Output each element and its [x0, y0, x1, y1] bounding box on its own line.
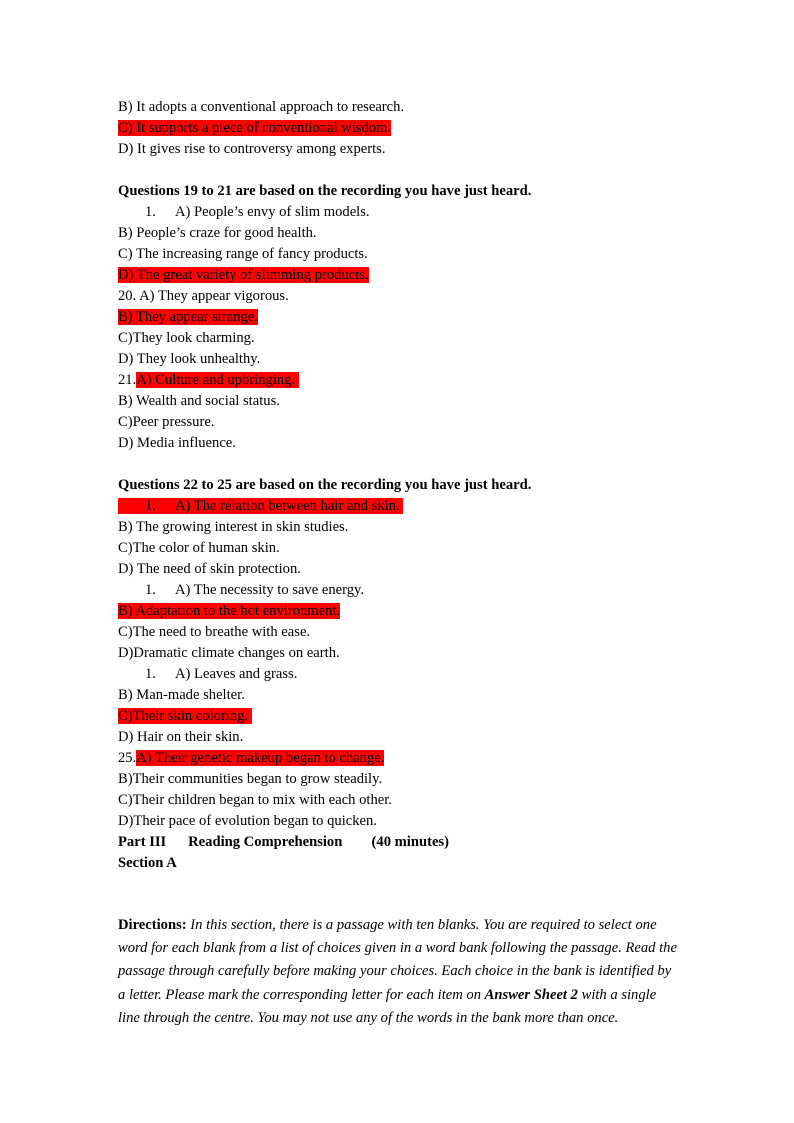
question-22-highlight: 1. A) The relation between hair and skin.	[118, 498, 404, 514]
part-tab-gap	[166, 834, 188, 850]
answer-option-b-highlighted: B) Adaptation to the hot environment.	[118, 601, 678, 622]
question-25-item: 25.A) Their genetic makeup began to chan…	[118, 748, 678, 769]
document-body: B) It adopts a conventional approach to …	[118, 97, 678, 1030]
part-duration: (40 minutes)	[371, 834, 449, 850]
answer-option-text: D) The need of skin protection.	[118, 561, 301, 577]
answer-option-text: C)Their children began to mix with each …	[118, 792, 392, 808]
answer-option-text: D)Dramatic climate changes on earth.	[118, 645, 340, 661]
questions-22-25-heading: Questions 22 to 25 are based on the reco…	[118, 477, 532, 493]
answer-option-c-highlighted: C) It supports a piece of conventional w…	[118, 118, 678, 139]
answer-option-text: C)They look charming.	[118, 330, 255, 346]
question-21-item: 21.A) Culture and upbringing.	[118, 370, 678, 391]
part-iii-header: Part III Reading Comprehension (40 minut…	[118, 832, 678, 853]
question-20-item: 20. A) They appear vigorous.	[118, 286, 678, 307]
answer-option-text: B) It adopts a conventional approach to …	[118, 99, 405, 115]
question-24-item: 1. A) Leaves and grass.	[118, 664, 678, 685]
answer-option-c: C)Their children began to mix with each …	[118, 790, 678, 811]
answer-option-c: C)Peer pressure.	[118, 412, 678, 433]
answer-option-text: D) Hair on their skin.	[118, 729, 244, 745]
question-22-item: 1. A) The relation between hair and skin.	[118, 496, 678, 517]
answer-option-text: A) Their genetic makeup began to change.	[136, 750, 385, 766]
list-number: 1.	[145, 666, 156, 682]
answer-option-text: A) The relation between hair and skin.	[175, 498, 404, 514]
document-page: B) It adopts a conventional approach to …	[0, 0, 794, 1123]
answer-option-text: B) Wealth and social status.	[118, 393, 280, 409]
answer-option-c-highlighted: C)Their skin coloring.	[118, 706, 678, 727]
answer-option-d: D) They look unhealthy.	[118, 349, 678, 370]
answer-option-text: A) Culture and upbringing.	[136, 372, 299, 388]
answer-sheet-reference: Answer Sheet 2	[484, 986, 578, 1003]
question-19-item: 1. A) People’s envy of slim models.	[118, 202, 678, 223]
answer-option-b: B)Their communities began to grow steadi…	[118, 769, 678, 790]
answer-option-text: D) It gives rise to controversy among ex…	[118, 141, 386, 157]
answer-option-c: C) The increasing range of fancy product…	[118, 244, 678, 265]
answer-option-text: B) Man-made shelter.	[118, 687, 245, 703]
answer-option-b: B) People’s craze for good health.	[118, 223, 678, 244]
answer-option-text: D) Media influence.	[118, 435, 236, 451]
answer-option-text: C) It supports a piece of conventional w…	[118, 120, 392, 136]
answer-option-text: D) The great variety of slimming product…	[118, 267, 369, 283]
answer-option-text: C)The need to breathe with ease.	[118, 624, 311, 640]
answer-option-c: C)The color of human skin.	[118, 538, 678, 559]
answer-option-text: C)The color of human skin.	[118, 540, 280, 556]
questions-19-21-heading: Questions 19 to 21 are based on the reco…	[118, 183, 532, 199]
answer-option-text: 20. A) They appear vigorous.	[118, 288, 289, 304]
section-a-label: Section A	[118, 855, 177, 871]
answer-option-b-highlighted: B) They appear strange.	[118, 307, 678, 328]
question-number: 21.	[118, 372, 137, 388]
answer-option-text: C)Their skin coloring.	[118, 708, 252, 724]
list-number: 1.	[145, 582, 156, 598]
answer-option-text: C)Peer pressure.	[118, 414, 215, 430]
answer-option-c: C)The need to breathe with ease.	[118, 622, 678, 643]
answer-option-text: C) The increasing range of fancy product…	[118, 246, 368, 262]
paragraph-spacer-small	[118, 895, 678, 914]
answer-option-b: B) The growing interest in skin studies.	[118, 517, 678, 538]
list-number: 1.	[145, 204, 156, 220]
answer-option-d: D) The need of skin protection.	[118, 559, 678, 580]
answer-option-text: B) Adaptation to the hot environment.	[118, 603, 341, 619]
list-number: 1.	[145, 498, 156, 514]
answer-option-text: B) The growing interest in skin studies.	[118, 519, 349, 535]
answer-option-text: B) People’s craze for good health.	[118, 225, 317, 241]
part-label: Part III	[118, 834, 167, 850]
question-23-item: 1. A) The necessity to save energy.	[118, 580, 678, 601]
part-title: Reading Comprehension	[188, 834, 343, 850]
answer-option-b: B) Man-made shelter.	[118, 685, 678, 706]
answer-option-text: A) People’s envy of slim models.	[175, 204, 370, 220]
answer-option-d-highlighted: D) The great variety of slimming product…	[118, 265, 678, 286]
answer-option-d: D) It gives rise to controversy among ex…	[118, 139, 678, 160]
answer-option-text: A) The necessity to save energy.	[175, 582, 364, 598]
answer-option-b: B) Wealth and social status.	[118, 391, 678, 412]
answer-option-d: D) Media influence.	[118, 433, 678, 454]
answer-option-text: D)Their pace of evolution began to quick…	[118, 813, 377, 829]
directions-label: Directions:	[118, 917, 187, 933]
answer-option-c: C)They look charming.	[118, 328, 678, 349]
answer-option-d: D)Dramatic climate changes on earth.	[118, 643, 678, 664]
answer-option-b: B) It adopts a conventional approach to …	[118, 97, 678, 118]
answer-option-text: B)Their communities began to grow steadi…	[118, 771, 383, 787]
question-number: 25.	[118, 750, 137, 766]
directions-paragraph: Directions: In this section, there is a …	[118, 914, 680, 1030]
answer-option-d: D) Hair on their skin.	[118, 727, 678, 748]
answer-option-text: A) Leaves and grass.	[175, 666, 298, 682]
part-tab-gap-2	[342, 834, 371, 850]
answer-option-text: D) They look unhealthy.	[118, 351, 261, 367]
answer-option-d: D)Their pace of evolution began to quick…	[118, 811, 678, 832]
answer-option-text: B) They appear strange.	[118, 309, 258, 325]
